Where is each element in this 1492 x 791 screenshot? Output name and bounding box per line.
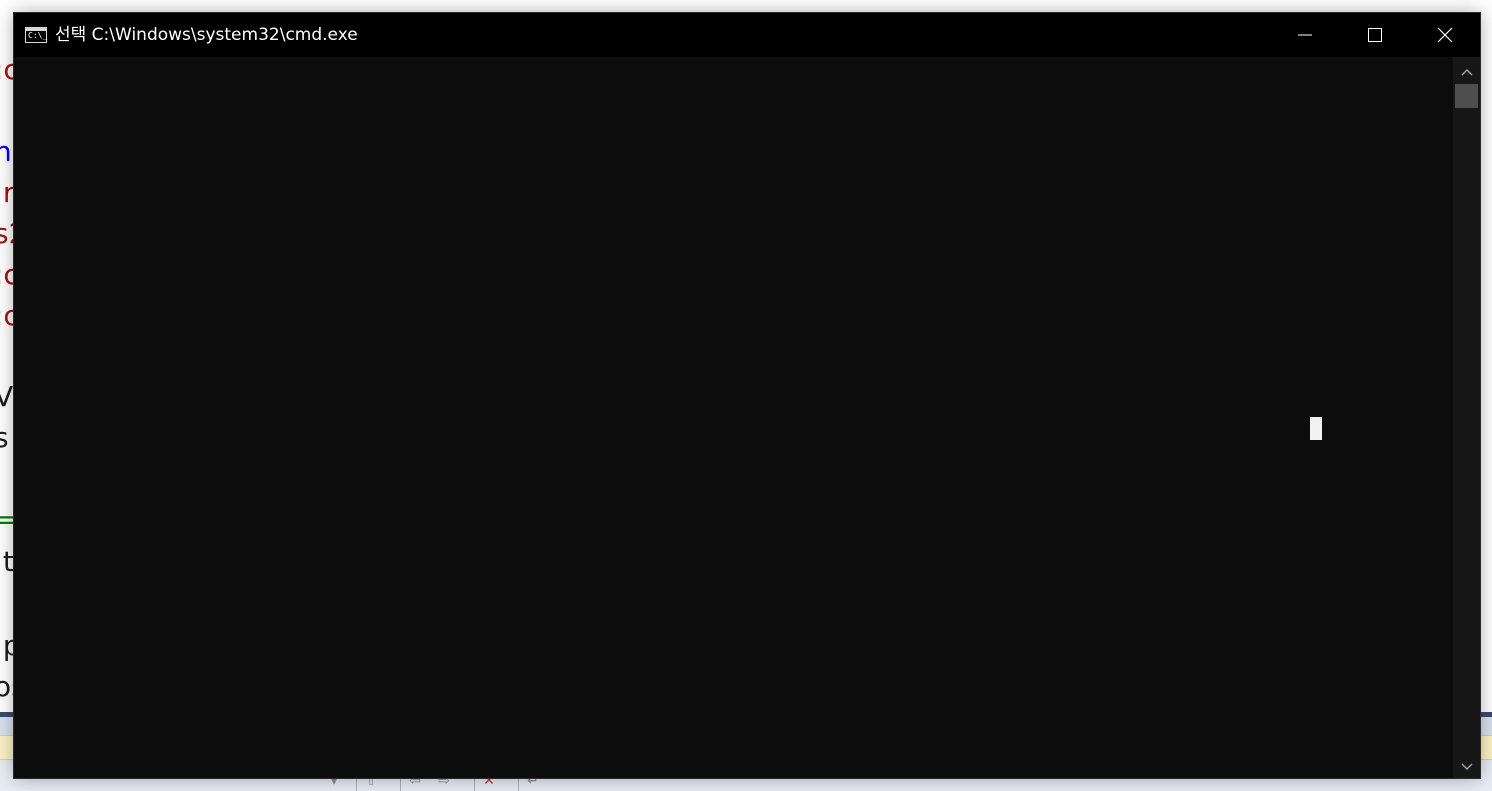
minimize-icon — [1297, 27, 1313, 43]
close-icon — [1437, 27, 1453, 43]
console-window[interactable]: C:\_ 선택 C:\Windows\system32\cmd.exe — [14, 13, 1480, 778]
scroll-down-button[interactable] — [1453, 754, 1480, 776]
scroll-thumb[interactable] — [1455, 84, 1478, 108]
close-button[interactable] — [1410, 13, 1480, 57]
title-bar[interactable]: C:\_ 선택 C:\Windows\system32\cmd.exe — [14, 13, 1480, 57]
chevron-down-icon — [1461, 756, 1473, 775]
maximize-icon — [1367, 27, 1383, 43]
text-cursor — [1310, 417, 1322, 440]
scroll-up-button[interactable] — [1453, 59, 1480, 81]
code-fragment: r — [2, 176, 15, 209]
chevron-up-icon — [1461, 61, 1473, 80]
vertical-scrollbar[interactable] — [1453, 57, 1480, 778]
maximize-button[interactable] — [1340, 13, 1410, 57]
code-fragment: t — [2, 545, 14, 578]
cmd-icon: C:\_ — [25, 27, 47, 43]
window-title: 선택 C:\Windows\system32\cmd.exe — [55, 25, 358, 45]
console-output-area[interactable] — [14, 57, 1453, 778]
minimize-button[interactable] — [1270, 13, 1340, 57]
